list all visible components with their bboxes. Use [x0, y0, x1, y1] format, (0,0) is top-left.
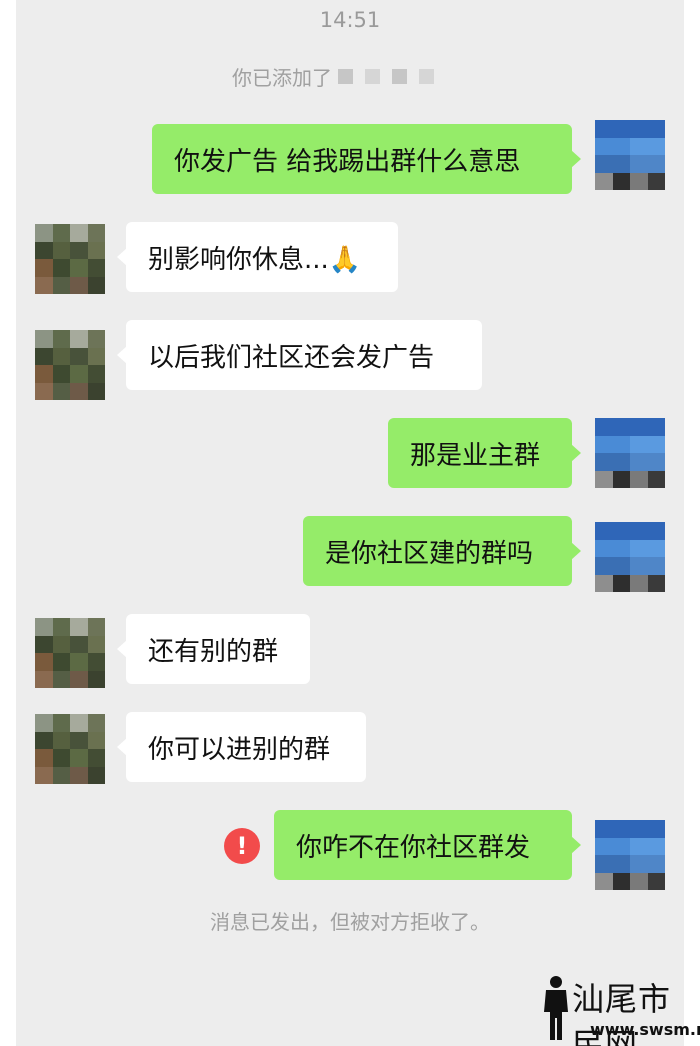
- rejected-notice: 消息已发出，但被对方拒收了。: [210, 910, 490, 934]
- message-text: 你咋不在你社区群发: [296, 832, 531, 863]
- system-added-notice: 你已添加了: [232, 62, 434, 91]
- contact-avatar[interactable]: [35, 224, 105, 294]
- chat-area[interactable]: 14:51 你已添加了 你发广告 给我踢出群什么意思 别影响你休息...🙏 以后…: [16, 0, 684, 1046]
- blurred-contact-name: [338, 69, 434, 84]
- message-text: 以后我们社区还会发广告: [148, 342, 435, 373]
- contact-avatar[interactable]: [35, 714, 105, 784]
- message-text: 那是业主群: [410, 440, 541, 471]
- message-bubble-incoming[interactable]: 别影响你休息...🙏: [117, 222, 398, 292]
- site-watermark: 汕尾市民网 www.swsm.net: [532, 970, 700, 1046]
- message-text: 你可以进别的群: [148, 734, 331, 765]
- system-added-text: 你已添加了: [232, 66, 332, 90]
- message-text: 还有别的群: [148, 636, 279, 667]
- message-bubble-incoming[interactable]: 你可以进别的群: [117, 712, 366, 782]
- contact-avatar[interactable]: [35, 618, 105, 688]
- person-silhouette-icon: [544, 976, 568, 1040]
- self-avatar[interactable]: [595, 820, 665, 890]
- timestamp: 14:51: [319, 8, 381, 32]
- message-bubble-outgoing[interactable]: 是你社区建的群吗: [303, 516, 581, 586]
- message-text: 你发广告 给我踢出群什么意思: [174, 146, 521, 177]
- message-bubble-outgoing[interactable]: 你咋不在你社区群发: [274, 810, 581, 880]
- message-text: 别影响你休息...🙏: [148, 244, 362, 275]
- message-bubble-outgoing[interactable]: 那是业主群: [388, 418, 581, 488]
- self-avatar[interactable]: [595, 522, 665, 592]
- message-bubble-incoming[interactable]: 以后我们社区还会发广告: [117, 320, 482, 390]
- send-failed-icon[interactable]: !: [224, 828, 260, 864]
- message-bubble-outgoing[interactable]: 你发广告 给我踢出群什么意思: [152, 124, 581, 194]
- self-avatar[interactable]: [595, 120, 665, 190]
- contact-avatar[interactable]: [35, 330, 105, 400]
- message-text: 是你社区建的群吗: [325, 538, 534, 569]
- self-avatar[interactable]: [595, 418, 665, 488]
- watermark-url: www.swsm.net: [590, 1020, 700, 1039]
- message-bubble-incoming[interactable]: 还有别的群: [117, 614, 310, 684]
